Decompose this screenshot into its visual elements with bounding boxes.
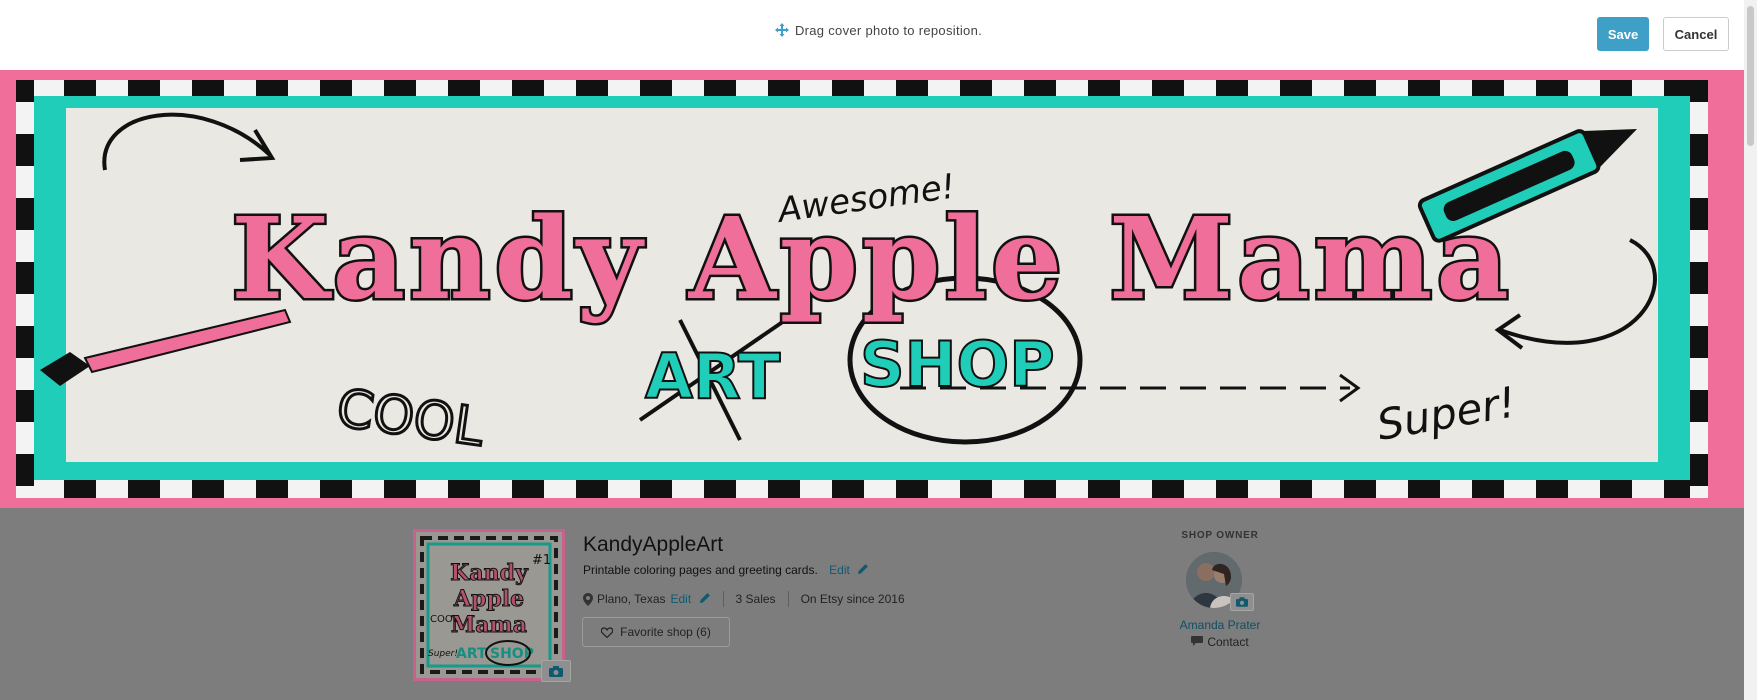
shop-icon-super: Super! [428, 649, 458, 659]
save-button[interactable]: Save [1597, 17, 1649, 51]
shop-icon-cool: COOL [430, 614, 459, 625]
heart-icon [601, 626, 614, 638]
meta-divider [787, 591, 789, 607]
shop-icon-line1: Kandy [450, 560, 529, 586]
edit-location-label: Edit [670, 592, 692, 606]
favorite-shop-button[interactable]: Favorite shop (6) [582, 617, 730, 647]
reposition-hint-text: Drag cover photo to reposition. [794, 23, 983, 38]
location-pin-icon [583, 592, 593, 606]
change-shop-icon-button[interactable] [541, 660, 571, 682]
shop-sales[interactable]: 3 Sales [736, 592, 776, 606]
cover-photo[interactable]: Kandy Apple Mama Awesome! COOL Super! AR… [0, 70, 1744, 508]
pencil-icon [858, 564, 869, 574]
reposition-hint: Drag cover photo to reposition. [0, 23, 1757, 38]
favorite-shop-label: Favorite shop (6) [620, 625, 711, 639]
shop-icon-art: Kandy Apple Mama ART SHOP COOL Super! #1 [416, 532, 562, 678]
camera-icon [549, 665, 563, 677]
move-arrows-icon [774, 23, 789, 37]
reposition-toolbar: Drag cover photo to reposition. Save Can… [0, 0, 1757, 70]
shop-icon-art-word: ART [456, 646, 487, 662]
edit-location-link[interactable]: Edit [671, 592, 711, 606]
camera-icon [1236, 597, 1248, 607]
change-owner-photo-button[interactable] [1230, 593, 1254, 611]
owner-name-link[interactable]: Amanda Prater [1150, 618, 1290, 632]
shop-owner-heading: SHOP OWNER [1181, 530, 1259, 541]
edit-description-label: Edit [829, 563, 850, 577]
shop-icon[interactable]: Kandy Apple Mama ART SHOP COOL Super! #1 [413, 529, 565, 681]
shop-icon-badge: #1 [532, 553, 551, 568]
cover-banner-art: Kandy Apple Mama Awesome! COOL Super! AR… [0, 70, 1744, 508]
cover-shop: SHOP [860, 328, 1055, 401]
cover-art: ART [645, 340, 780, 413]
meta-divider [722, 591, 724, 607]
shop-description-text: Printable coloring pages and greeting ca… [583, 563, 818, 577]
shop-icon-line2: Apple [453, 586, 524, 612]
cancel-button[interactable]: Cancel [1663, 17, 1729, 51]
shop-name: KandyAppleArt [583, 533, 724, 556]
shop-location: Plano, Texas [597, 592, 666, 606]
shop-since: On Etsy since 2016 [800, 592, 905, 606]
shop-meta: Plano, Texas Edit 3 Sales On Etsy since … [583, 591, 905, 607]
shop-icon-line3: Mama [451, 612, 527, 638]
speech-bubble-icon [1191, 636, 1204, 646]
pencil-icon [699, 593, 710, 603]
page-scrollbar-thumb[interactable] [1747, 6, 1754, 146]
contact-owner-link[interactable]: Contact [1150, 635, 1290, 649]
contact-label: Contact [1207, 635, 1249, 649]
shop-description: Printable coloring pages and greeting ca… [583, 563, 869, 577]
edit-description-link[interactable]: Edit [829, 563, 869, 577]
